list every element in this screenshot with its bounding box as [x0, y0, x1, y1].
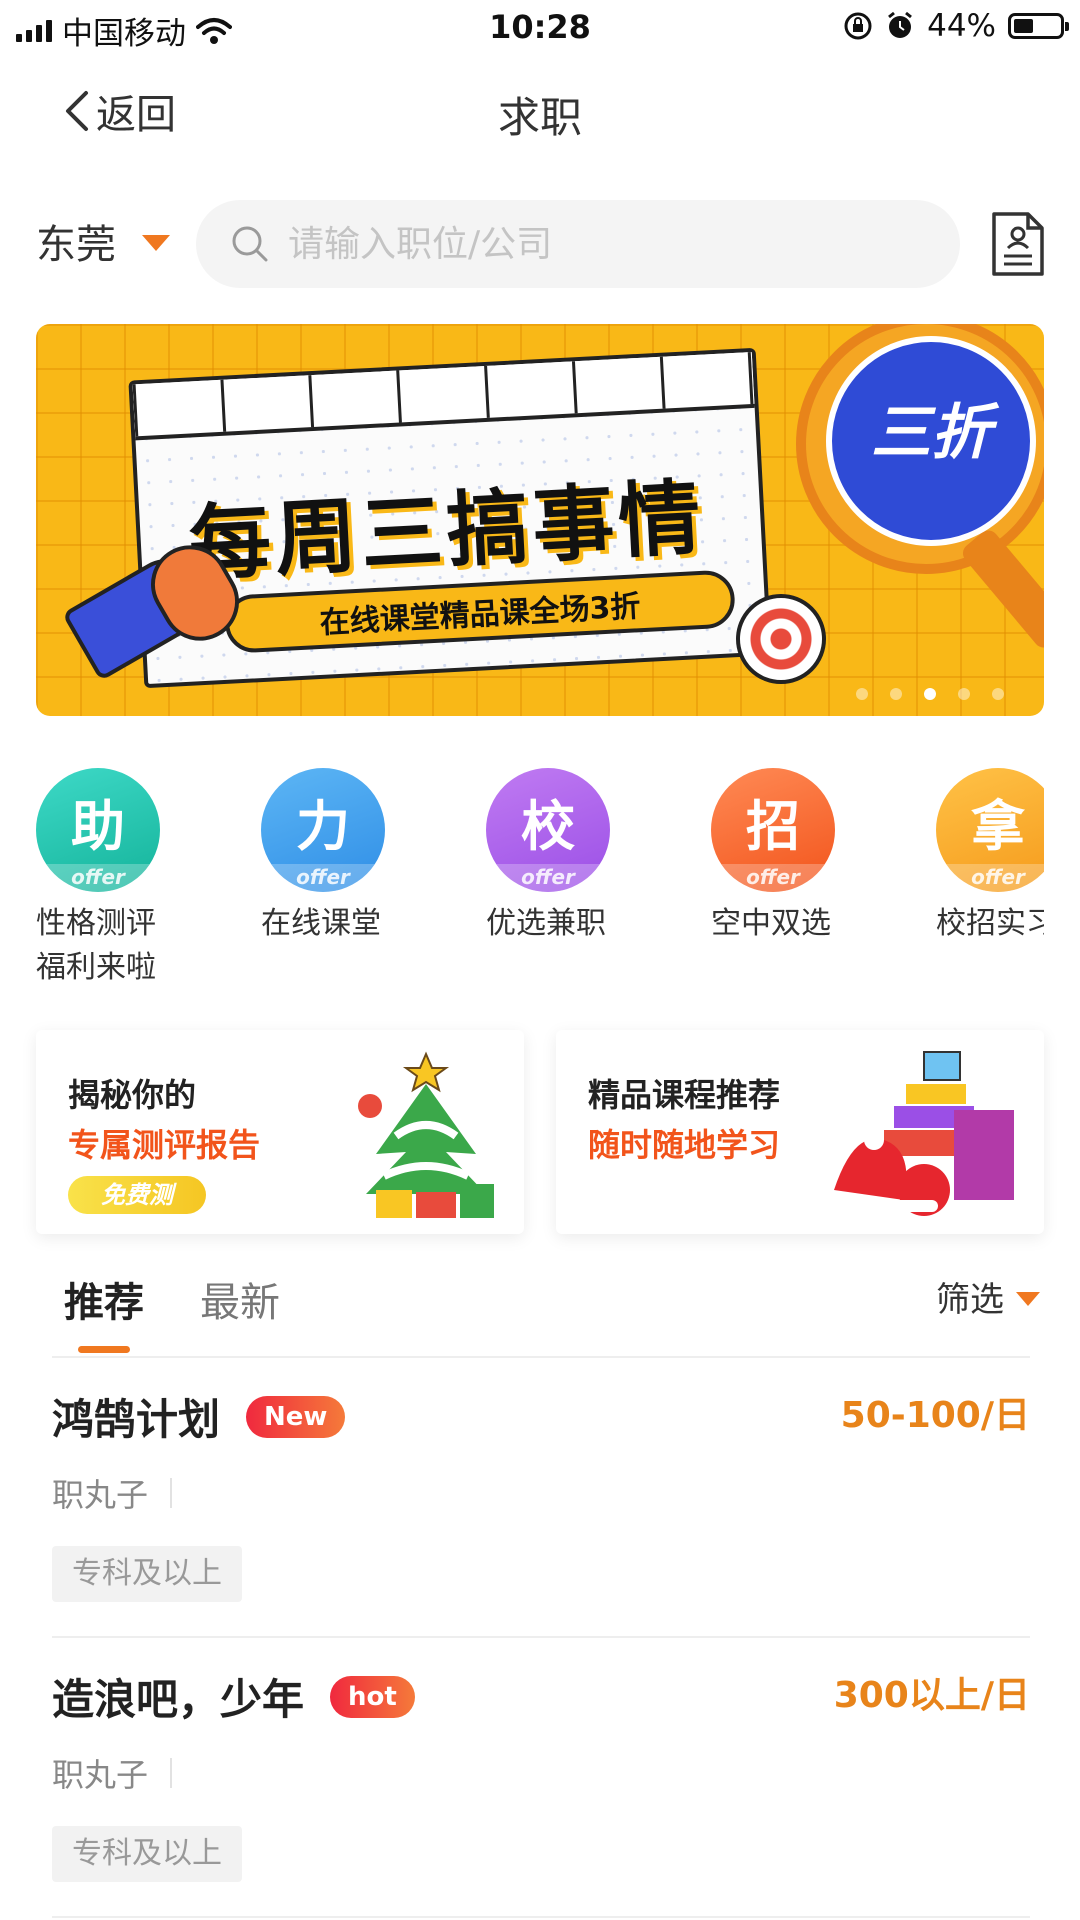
promo-highlight: 专属测评报告 — [68, 1126, 261, 1164]
tab-latest[interactable]: 最新 — [200, 1270, 280, 1328]
city-label: 东莞 — [36, 222, 116, 268]
quick-entry-label: 优选兼职 — [486, 906, 606, 941]
offer-badge-icon: 招 offer — [711, 768, 835, 892]
christmas-tree-icon — [358, 1051, 494, 1218]
offer-badge-icon: 校 offer — [486, 768, 610, 892]
carousel-dot[interactable] — [924, 688, 936, 700]
quick-entry-label: 校招实习 — [936, 906, 1044, 941]
carousel-dot[interactable] — [992, 688, 1004, 700]
quick-entry-glyph: 助 — [71, 795, 125, 858]
quick-entry-label: 在线课堂 — [261, 906, 381, 941]
offer-badge-icon: 力 offer — [261, 768, 385, 892]
promo-highlight: 随时随地学习 — [588, 1126, 781, 1164]
battery-icon — [1008, 13, 1069, 39]
rotation-lock-icon — [844, 12, 872, 40]
quick-entry-item[interactable]: 力 offer 在线课堂 — [261, 768, 461, 946]
job-card[interactable]: 造浪吧，少年 hot 300以上/日职丸子专科及以上 — [52, 1666, 1030, 1916]
job-card[interactable]: 鸿鹄计划 New 50-100/日职丸子专科及以上 — [52, 1386, 1030, 1636]
battery-percent: 44% — [927, 8, 996, 44]
banner-board: 每周三搞事情 在线课堂精品课全场3折 — [128, 347, 772, 689]
promo-card-assessment[interactable]: 揭秘你的 专属测评报告 免费测 — [36, 1030, 524, 1234]
search-icon — [232, 226, 268, 262]
board-strip — [132, 351, 755, 441]
job-salary: 50-100/日 — [840, 1395, 1030, 1436]
target-icon — [736, 594, 826, 684]
quick-entry-glyph: 拿 — [971, 795, 1025, 858]
quick-entry-item[interactable]: 校 offer 优选兼职 — [486, 768, 686, 946]
promo-title: 精品课程推荐 — [588, 1076, 781, 1114]
job-title: 造浪吧，少年 hot — [52, 1666, 415, 1727]
quick-entry-row: 助 offer 性格测评 福利来啦 力 offer 在线课堂 校 offer 优选兼职 招 offe… — [36, 768, 1044, 992]
company-separator — [170, 1758, 173, 1788]
company-name: 职丸子 — [52, 1756, 149, 1794]
job-company: 职丸子 — [52, 1750, 173, 1796]
search-input[interactable] — [286, 222, 890, 266]
carousel-dot[interactable] — [890, 688, 902, 700]
job-divider — [52, 1916, 1030, 1918]
quick-entry-offer: offer — [261, 864, 385, 892]
magnifier-handle — [958, 526, 1044, 652]
tab-recommended[interactable]: 推荐 — [64, 1270, 144, 1328]
caret-down-icon — [142, 235, 170, 251]
caret-down-icon — [1016, 1291, 1040, 1306]
job-title-text: 鸿鹄计划 — [52, 1395, 221, 1444]
offer-badge-icon: 助 offer — [36, 768, 160, 892]
discount-text: 三折 — [871, 398, 991, 468]
free-test-chip: 免费测 — [68, 1176, 206, 1214]
battery-fill — [1014, 19, 1034, 33]
job-company: 职丸子 — [52, 1470, 173, 1516]
status-right: 44% — [843, 8, 1069, 44]
job-title: 鸿鹄计划 New — [52, 1386, 346, 1447]
quick-entry-glyph: 招 — [746, 795, 800, 858]
carousel-dots[interactable] — [856, 688, 1004, 700]
quick-entry-offer: offer — [936, 864, 1044, 892]
city-selector[interactable]: 东莞 — [36, 212, 170, 270]
page-title: 求职 — [497, 93, 582, 142]
job-badge: New — [246, 1395, 346, 1438]
search-bar[interactable] — [196, 200, 960, 288]
gift-books-icon — [828, 1051, 1014, 1216]
quick-entry-offer: offer — [486, 864, 610, 892]
quick-entry-label: 空中双选 — [711, 906, 831, 941]
education-tag: 专科及以上 — [52, 1826, 242, 1882]
quick-entry-glyph: 力 — [296, 795, 350, 858]
carousel-dot[interactable] — [856, 688, 868, 700]
job-divider — [52, 1636, 1030, 1638]
job-title-text: 造浪吧，少年 — [52, 1675, 305, 1724]
offer-badge-icon: 拿 offer — [936, 768, 1044, 892]
filter-button[interactable]: 筛选 — [936, 1272, 1040, 1321]
alarm-icon — [888, 11, 913, 38]
quick-entry-label: 性格测评 福利来啦 — [36, 906, 156, 985]
promo-banner[interactable]: 三折 每周三搞事情 在线课堂精品课全场3折 — [36, 324, 1044, 716]
quick-entry-item[interactable]: 助 offer 性格测评 福利来啦 — [36, 768, 236, 990]
resume-icon[interactable] — [990, 210, 1046, 278]
carousel-dot[interactable] — [958, 688, 970, 700]
education-tag: 专科及以上 — [52, 1546, 242, 1602]
quick-entry-offer: offer — [711, 864, 835, 892]
quick-entry-item[interactable]: 招 offer 空中双选 — [711, 768, 911, 946]
promo-title: 揭秘你的 — [68, 1076, 197, 1114]
quick-entry-item[interactable]: 拿 offer 校招实习 — [936, 768, 1044, 946]
quick-entry-offer: offer — [36, 864, 160, 892]
job-salary: 300以上/日 — [833, 1675, 1030, 1716]
status-bar: 中国移动 10:28 44% — [0, 0, 1080, 54]
job-badge: hot — [330, 1675, 415, 1718]
quick-entry-glyph: 校 — [521, 795, 575, 858]
filter-label: 筛选 — [936, 1280, 1004, 1320]
tab-active-indicator — [78, 1346, 130, 1353]
tabs-divider — [52, 1356, 1030, 1358]
company-name: 职丸子 — [52, 1476, 149, 1514]
company-separator — [170, 1478, 173, 1508]
promo-card-courses[interactable]: 精品课程推荐 随时随地学习 — [556, 1030, 1044, 1234]
